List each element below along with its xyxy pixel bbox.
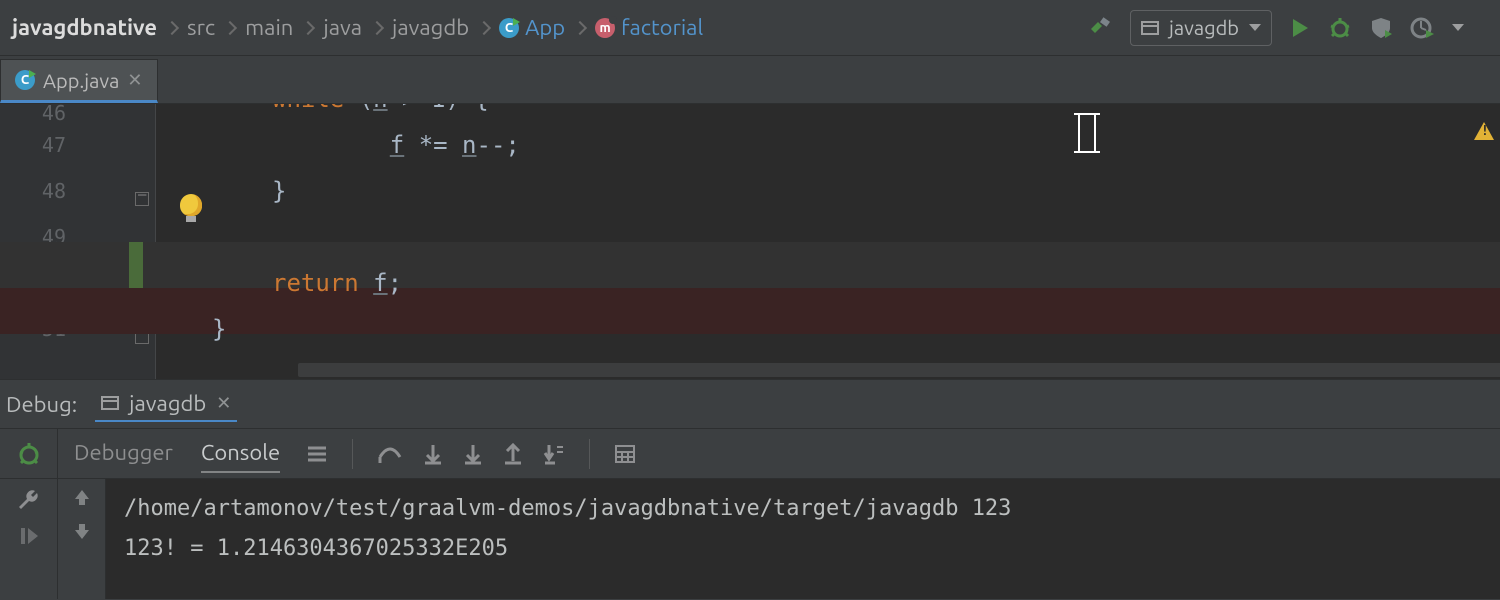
chevron-right-icon (225, 19, 235, 37)
code-line[interactable]: } (128, 306, 1500, 352)
step-over-icon[interactable] (377, 443, 403, 465)
warning-icon[interactable] (1474, 122, 1494, 140)
resume-program-icon[interactable] (19, 525, 39, 547)
editor-tabs: C App.java ✕ (0, 55, 1500, 103)
breadcrumb-java[interactable]: java (317, 13, 368, 42)
chevron-right-icon (167, 19, 177, 37)
force-step-into-icon[interactable] (463, 443, 483, 465)
class-icon: C (15, 70, 35, 90)
run-config-name: javagdb (1169, 16, 1239, 39)
chevron-right-icon (303, 19, 313, 37)
chevron-right-icon (372, 19, 382, 37)
step-into-icon[interactable] (423, 443, 443, 465)
debug-tool-window-header: Debug: javagdb ✕ (0, 379, 1500, 429)
method-icon: m (595, 18, 615, 38)
class-icon: C (499, 18, 519, 38)
run-config-selector[interactable]: javagdb (1130, 10, 1272, 46)
debug-session-name: javagdb (129, 391, 206, 416)
evaluate-expression-icon[interactable] (614, 444, 636, 464)
code-line[interactable]: } (128, 168, 1500, 214)
tab-console[interactable]: Console (201, 434, 280, 473)
coverage-button[interactable] (1370, 16, 1392, 40)
horizontal-scrollbar[interactable] (298, 363, 1500, 377)
breadcrumb-method[interactable]: m factorial (589, 13, 709, 42)
step-out-icon[interactable] (503, 443, 523, 465)
debug-session-tab[interactable]: javagdb ✕ (95, 387, 237, 422)
code-line[interactable] (128, 214, 1500, 260)
application-icon (1141, 19, 1159, 37)
settings-wrench-icon[interactable] (17, 487, 41, 511)
chevron-down-icon (1249, 24, 1261, 31)
breadcrumb-project[interactable]: javagdbnative (6, 13, 163, 42)
breadcrumb-main[interactable]: main (239, 13, 299, 42)
debug-button[interactable] (1328, 16, 1352, 40)
run-to-cursor-icon[interactable] (543, 443, 565, 465)
chevron-right-icon (479, 19, 489, 37)
threads-icon[interactable] (306, 445, 328, 463)
breadcrumb-package[interactable]: javagdb (386, 13, 475, 42)
tab-debugger[interactable]: Debugger (74, 434, 173, 473)
breadcrumb-class[interactable]: C App (493, 13, 571, 42)
application-icon (101, 394, 119, 412)
code-area[interactable]: while (n > 1) { f *= n--; } return f; } (128, 104, 1500, 379)
run-button[interactable] (1290, 17, 1310, 39)
breadcrumb-src[interactable]: src (181, 13, 221, 42)
console-output[interactable]: /home/artamonov/test/graalvm-demos/javag… (106, 479, 1500, 599)
chevron-right-icon (575, 19, 585, 37)
down-arrow-icon[interactable] (73, 521, 91, 541)
file-tab-app-java[interactable]: C App.java ✕ (0, 59, 158, 103)
debug-restart-button[interactable] (16, 441, 42, 467)
code-line[interactable]: return f; (128, 260, 1500, 306)
divider (589, 439, 590, 469)
run-dropdown-icon[interactable] (1452, 24, 1464, 31)
breadcrumb: javagdbnative src main java javagdb C Ap… (6, 13, 1088, 42)
code-editor[interactable]: 46 47 48 49 50 51 while (n > 1) { f *= n… (0, 103, 1500, 379)
line-number[interactable]: 47 (0, 122, 128, 168)
file-tab-label: App.java (43, 69, 119, 92)
close-icon[interactable]: ✕ (127, 70, 142, 91)
console-line: /home/artamonov/test/graalvm-demos/javag… (124, 489, 1482, 529)
code-line[interactable]: while (n > 1) { (128, 104, 1500, 122)
code-line[interactable]: f *= n--; (128, 122, 1500, 168)
close-icon[interactable]: ✕ (216, 393, 231, 414)
profile-button[interactable] (1410, 16, 1434, 40)
line-number[interactable]: 48 (0, 168, 128, 214)
divider (352, 439, 353, 469)
up-arrow-icon[interactable] (73, 487, 91, 507)
console-line: 123! = 1.2146304367025332E205 (124, 529, 1482, 569)
debug-title: Debug: (6, 392, 77, 417)
build-hammer-icon[interactable] (1088, 16, 1112, 40)
text-cursor-icon (1078, 114, 1096, 152)
line-number[interactable]: 46 (0, 104, 128, 122)
